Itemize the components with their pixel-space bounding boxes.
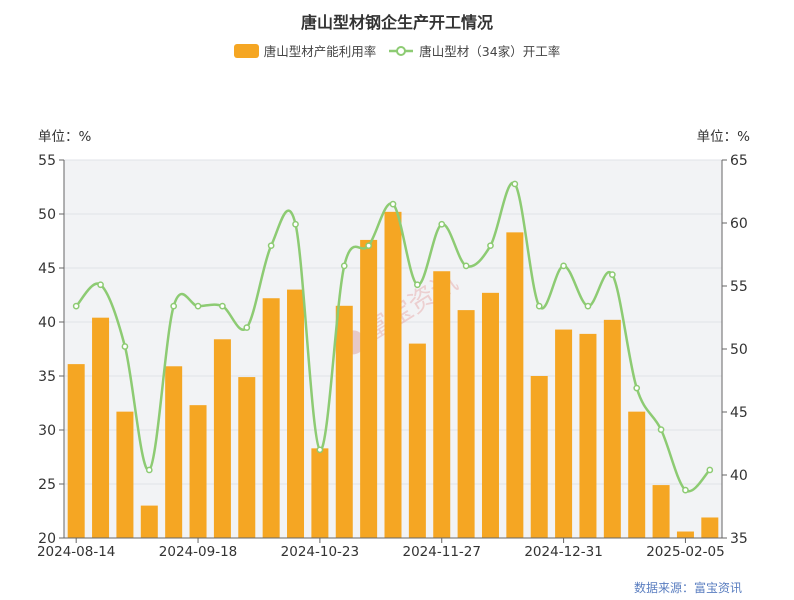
bar[interactable] (287, 289, 305, 538)
line-point[interactable] (535, 302, 543, 310)
bar[interactable] (530, 376, 548, 538)
line-point[interactable] (487, 242, 494, 250)
bar[interactable] (335, 305, 353, 538)
line-point[interactable] (219, 302, 226, 310)
bar[interactable] (433, 271, 451, 538)
line-point[interactable] (438, 220, 446, 228)
x-tick-label: 2025-02-05 (646, 544, 724, 560)
bar[interactable] (140, 505, 158, 538)
line-point[interactable] (608, 271, 616, 279)
right-tick-label: 35 (730, 531, 748, 547)
bar[interactable] (311, 448, 329, 538)
line-point[interactable] (340, 262, 348, 270)
line-point[interactable] (389, 200, 397, 208)
x-tick-label: 2024-09-18 (159, 544, 237, 560)
line-point[interactable] (706, 466, 714, 474)
line-point[interactable] (657, 426, 665, 433)
x-tick-label: 2024-11-27 (403, 544, 481, 560)
bar[interactable] (165, 366, 183, 538)
source-note: 数据来源：富宝资讯 (633, 581, 742, 595)
line-point[interactable] (292, 220, 299, 228)
right-tick-label: 65 (730, 153, 748, 169)
bar[interactable] (92, 317, 110, 538)
bar[interactable] (262, 298, 280, 538)
left-tick-label: 50 (38, 207, 56, 223)
line-point[interactable] (194, 302, 202, 310)
line-point[interactable] (584, 302, 592, 310)
chart-canvas: 富宝资讯 2025303540455055354045505560652024-… (37, 129, 750, 560)
left-tick-label: 45 (38, 261, 56, 277)
bar[interactable] (457, 310, 475, 538)
bar[interactable] (603, 319, 621, 538)
line-point[interactable] (560, 262, 567, 270)
x-tick-label: 2024-08-14 (37, 544, 115, 560)
bar[interactable] (579, 333, 597, 538)
line-point[interactable] (121, 343, 129, 350)
right-tick-label: 45 (730, 405, 748, 421)
bar[interactable] (384, 211, 402, 538)
bar[interactable] (481, 292, 499, 538)
x-tick-label: 2024-10-23 (281, 544, 359, 560)
line-point[interactable] (365, 242, 372, 250)
right-tick-label: 50 (730, 342, 748, 358)
line-point[interactable] (145, 466, 153, 474)
left-tick-label: 55 (38, 153, 56, 169)
right-tick-label: 60 (730, 216, 748, 232)
line-point[interactable] (97, 281, 104, 289)
bar[interactable] (408, 343, 426, 538)
line-point[interactable] (267, 242, 275, 250)
line-point[interactable] (682, 486, 689, 494)
line-point[interactable] (243, 324, 251, 331)
bar[interactable] (238, 377, 256, 538)
line-point[interactable] (316, 446, 324, 454)
bar[interactable] (701, 517, 719, 538)
line-point[interactable] (633, 384, 641, 392)
line-point[interactable] (511, 180, 519, 188)
bar[interactable] (189, 405, 207, 538)
line-point[interactable] (170, 302, 178, 310)
left-tick-label: 35 (38, 369, 56, 385)
line-point[interactable] (414, 281, 421, 289)
left-tick-label: 25 (38, 477, 56, 493)
bar[interactable] (67, 364, 85, 538)
left-tick-label: 40 (38, 315, 56, 331)
bar[interactable] (213, 339, 231, 538)
bar[interactable] (652, 485, 670, 538)
bar[interactable] (116, 411, 134, 538)
left-axis-unit: 单位：% (38, 129, 91, 145)
bar[interactable] (628, 411, 646, 538)
left-tick-label: 30 (38, 423, 56, 439)
line-point[interactable] (72, 302, 80, 310)
bar[interactable] (676, 531, 694, 538)
bar[interactable] (506, 232, 524, 539)
right-tick-label: 55 (730, 279, 748, 295)
bar[interactable] (555, 329, 573, 538)
right-axis-unit: 单位：% (697, 129, 750, 145)
line-point[interactable] (462, 262, 470, 270)
right-tick-label: 40 (730, 468, 748, 484)
x-tick-label: 2024-12-31 (524, 544, 602, 560)
bar[interactable] (360, 239, 378, 539)
